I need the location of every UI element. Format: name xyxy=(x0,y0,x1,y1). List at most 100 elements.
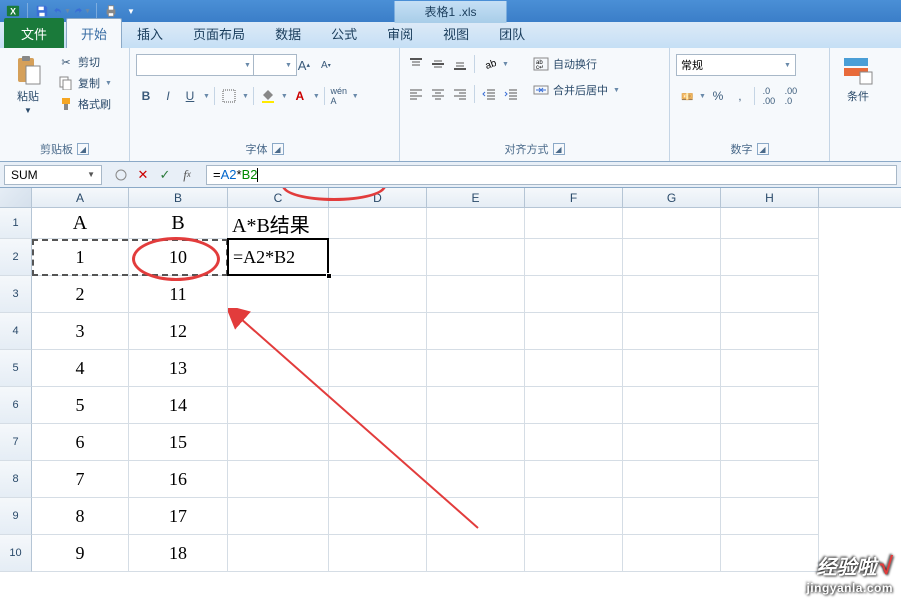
row-header[interactable]: 10 xyxy=(0,535,32,572)
cell[interactable] xyxy=(623,535,721,572)
cell[interactable] xyxy=(623,239,721,276)
cell[interactable] xyxy=(721,313,819,350)
cell[interactable] xyxy=(623,461,721,498)
row-header[interactable]: 4 xyxy=(0,313,32,350)
cell[interactable] xyxy=(228,350,329,387)
decrease-font-button[interactable]: A▾ xyxy=(316,55,336,75)
row-header[interactable]: 2 xyxy=(0,239,32,276)
cancel-formula-button[interactable]: ✕ xyxy=(132,165,154,185)
cell[interactable] xyxy=(329,498,427,535)
cell[interactable] xyxy=(427,535,525,572)
tab-insert[interactable]: 插入 xyxy=(122,18,178,48)
cell[interactable]: 6 xyxy=(32,424,129,461)
cell[interactable] xyxy=(525,276,623,313)
column-header[interactable]: B xyxy=(129,188,228,207)
cell[interactable] xyxy=(228,387,329,424)
cell[interactable] xyxy=(427,461,525,498)
enter-formula-button[interactable]: ✓ xyxy=(154,165,176,185)
cell[interactable] xyxy=(228,239,329,276)
increase-font-button[interactable]: A▴ xyxy=(294,55,314,75)
increase-decimal-button[interactable]: .0.00 xyxy=(759,86,779,106)
cell[interactable]: 7 xyxy=(32,461,129,498)
cell[interactable] xyxy=(329,313,427,350)
cut-button[interactable]: ✂剪切 xyxy=(54,52,116,72)
cell[interactable] xyxy=(427,424,525,461)
cell[interactable] xyxy=(721,276,819,313)
cell[interactable] xyxy=(228,498,329,535)
cell[interactable] xyxy=(623,498,721,535)
cell[interactable] xyxy=(721,208,819,239)
tab-review[interactable]: 审阅 xyxy=(372,18,428,48)
cell[interactable] xyxy=(329,424,427,461)
cell[interactable] xyxy=(525,239,623,276)
cell[interactable]: A*B结果 xyxy=(228,208,329,239)
cell[interactable] xyxy=(329,535,427,572)
cell[interactable] xyxy=(427,276,525,313)
conditional-format-button[interactable]: 条件 xyxy=(836,50,880,108)
row-header[interactable]: 3 xyxy=(0,276,32,313)
cell[interactable] xyxy=(525,208,623,239)
tab-team[interactable]: 团队 xyxy=(484,18,540,48)
merge-center-button[interactable]: 合并后居中▼ xyxy=(529,80,624,100)
bold-button[interactable]: B xyxy=(136,86,156,106)
cell[interactable] xyxy=(525,424,623,461)
cell[interactable] xyxy=(721,424,819,461)
cell[interactable] xyxy=(329,239,427,276)
tab-formulas[interactable]: 公式 xyxy=(316,18,372,48)
cell[interactable] xyxy=(623,313,721,350)
column-header[interactable]: A xyxy=(32,188,129,207)
cell[interactable]: 12 xyxy=(129,313,228,350)
cell[interactable]: 8 xyxy=(32,498,129,535)
phonetic-button[interactable]: wénA xyxy=(329,86,349,106)
cell[interactable]: 3 xyxy=(32,313,129,350)
dialog-launcher-icon[interactable]: ◢ xyxy=(77,143,89,155)
align-middle-button[interactable] xyxy=(428,54,448,74)
cell[interactable] xyxy=(721,498,819,535)
cell[interactable] xyxy=(721,461,819,498)
copy-button[interactable]: 复制▼ xyxy=(54,73,116,93)
column-header[interactable]: C xyxy=(228,188,329,207)
name-box[interactable]: SUM▼ xyxy=(4,165,102,185)
row-header[interactable]: 7 xyxy=(0,424,32,461)
column-header[interactable]: G xyxy=(623,188,721,207)
row-header[interactable]: 1 xyxy=(0,208,32,239)
cell[interactable] xyxy=(623,424,721,461)
cell[interactable]: 10 xyxy=(129,239,228,276)
cell[interactable] xyxy=(427,350,525,387)
cell[interactable] xyxy=(525,535,623,572)
cell[interactable] xyxy=(228,461,329,498)
dialog-launcher-icon[interactable]: ◢ xyxy=(272,143,284,155)
borders-button[interactable] xyxy=(219,86,239,106)
align-bottom-button[interactable] xyxy=(450,54,470,74)
column-header[interactable]: E xyxy=(427,188,525,207)
align-center-button[interactable] xyxy=(428,84,448,104)
wrap-text-button[interactable]: abc↵自动换行 xyxy=(529,54,624,74)
cell[interactable]: 16 xyxy=(129,461,228,498)
cell[interactable]: 9 xyxy=(32,535,129,572)
cell[interactable] xyxy=(721,239,819,276)
cell[interactable] xyxy=(623,208,721,239)
align-top-button[interactable] xyxy=(406,54,426,74)
tab-file[interactable]: 文件 xyxy=(4,18,64,48)
tab-home[interactable]: 开始 xyxy=(66,18,122,48)
cell[interactable] xyxy=(329,350,427,387)
cell[interactable]: 15 xyxy=(129,424,228,461)
fill-color-button[interactable] xyxy=(258,86,278,106)
cell[interactable]: 11 xyxy=(129,276,228,313)
cell[interactable] xyxy=(329,387,427,424)
sheet-nav-button[interactable] xyxy=(110,165,132,185)
cell[interactable] xyxy=(721,350,819,387)
cell[interactable] xyxy=(721,535,819,572)
dialog-launcher-icon[interactable]: ◢ xyxy=(757,143,769,155)
italic-button[interactable]: I xyxy=(158,86,178,106)
cell[interactable] xyxy=(427,313,525,350)
cell[interactable]: 18 xyxy=(129,535,228,572)
decrease-indent-button[interactable] xyxy=(479,84,499,104)
column-header[interactable]: F xyxy=(525,188,623,207)
row-header[interactable]: 8 xyxy=(0,461,32,498)
number-format-select[interactable]: 常规 xyxy=(676,54,796,76)
cell[interactable]: 4 xyxy=(32,350,129,387)
select-all-corner[interactable] xyxy=(0,188,32,207)
cell[interactable] xyxy=(329,461,427,498)
row-header[interactable]: 9 xyxy=(0,498,32,535)
